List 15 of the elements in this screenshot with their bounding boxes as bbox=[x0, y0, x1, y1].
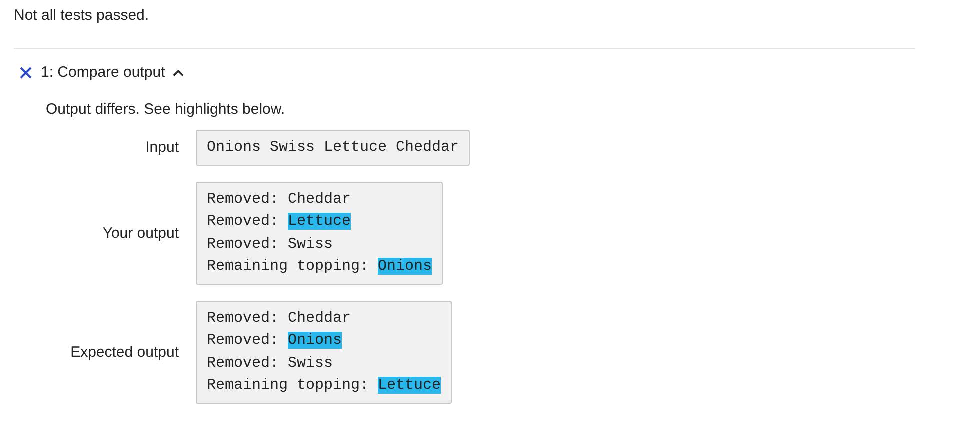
output-line: Removed: Swiss bbox=[207, 354, 334, 374]
output-line: Remaining topping: Onions bbox=[207, 257, 432, 277]
output-line: Removed: Onions bbox=[207, 331, 344, 351]
summary-text: Not all tests passed. bbox=[14, 6, 150, 26]
row-label: Input bbox=[144, 139, 179, 156]
row-label: Expected output bbox=[70, 344, 179, 360]
test-toggle[interactable]: 1: Compare output bbox=[41, 62, 184, 83]
output-line: Onions Swiss Lettuce Cheddar bbox=[207, 138, 460, 158]
result-message: Output differs. See highlights below. bbox=[46, 100, 286, 120]
output-line: Removed: Cheddar bbox=[207, 308, 352, 328]
output-line: Removed: Lettuce bbox=[207, 212, 352, 232]
row-label: Your output bbox=[102, 224, 179, 242]
output-line: Removed: Cheddar bbox=[207, 190, 352, 210]
output-line: Remaining topping: Lettuce bbox=[207, 376, 442, 396]
output-line: Removed: Swiss bbox=[207, 234, 334, 254]
